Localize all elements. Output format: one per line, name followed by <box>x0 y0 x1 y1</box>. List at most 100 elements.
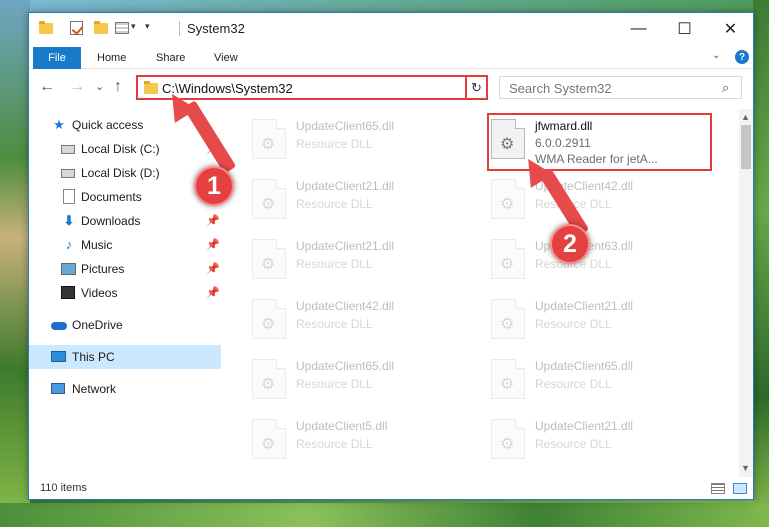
sidebar-item-label: Downloads <box>81 214 141 228</box>
file-name: UpdateClient65.dll <box>296 119 395 133</box>
file-item[interactable]: ⚙ UpdateClient21.dll Resource DLL <box>487 415 707 465</box>
drive-icon <box>61 165 77 181</box>
file-item[interactable]: ⚙ UpdateClient65.dll Resource DLL <box>248 115 468 165</box>
search-input[interactable]: Search System32 ⌕ <box>499 76 742 99</box>
file-item[interactable]: ⚙ UpdateClient5.dll Resource DLL <box>248 415 468 465</box>
dll-file-icon: ⚙ <box>491 179 525 219</box>
downloads-icon: ⬇ <box>63 213 75 228</box>
title-bar: ▾ ▾ System32 — ☐ ✕ <box>29 13 753 44</box>
desktop-background-left <box>0 0 30 527</box>
file-item[interactable]: ⚙ UpdateClient63.dll Resource DLL <box>487 235 707 285</box>
maximize-button[interactable]: ☐ <box>662 13 707 44</box>
scroll-down-icon[interactable]: ▼ <box>741 463 750 473</box>
dll-file-icon: ⚙ <box>491 119 525 159</box>
file-description: Resource DLL <box>535 377 612 391</box>
sidebar-item-network[interactable]: Network <box>29 377 221 401</box>
file-description: Resource DLL <box>296 377 373 391</box>
help-icon[interactable]: ? <box>735 50 749 64</box>
file-item[interactable]: ⚙ UpdateClient42.dll Resource DLL <box>248 295 468 345</box>
sidebar-item-local-disk-c[interactable]: Local Disk (C:) 📌 <box>29 137 221 161</box>
pin-icon[interactable]: 📌 <box>206 286 220 299</box>
vertical-scrollbar[interactable]: ▲ ▼ <box>739 109 753 477</box>
folder-icon[interactable] <box>38 20 54 36</box>
dll-file-icon: ⚙ <box>252 179 286 219</box>
back-button[interactable]: ← <box>39 78 55 96</box>
drive-icon <box>61 141 77 157</box>
new-folder-icon[interactable] <box>93 20 109 36</box>
file-description: Resource DLL <box>296 137 373 151</box>
file-name: UpdateClient21.dll <box>296 179 395 193</box>
file-list: ⚙ UpdateClient65.dll Resource DLL ⚙ jfwm… <box>222 109 739 477</box>
sidebar-item-label: Quick access <box>72 118 144 132</box>
file-name: jfwmard.dll <box>535 119 593 133</box>
scrollbar-thumb[interactable] <box>741 125 751 169</box>
star-icon: ★ <box>53 117 65 132</box>
sidebar-item-label: Pictures <box>81 262 125 276</box>
sidebar-item-label: Network <box>72 382 117 396</box>
file-item[interactable]: ⚙ UpdateClient21.dll Resource DLL <box>487 295 707 345</box>
file-item[interactable]: ⚙ UpdateClient65.dll Resource DLL <box>248 355 468 405</box>
ribbon-tabs: File Home Share View ⌄ ? <box>29 44 753 69</box>
sidebar-item-pictures[interactable]: Pictures 📌 <box>29 257 221 281</box>
dll-file-icon: ⚙ <box>252 299 286 339</box>
tab-view[interactable]: View <box>214 52 238 64</box>
sidebar-item-label: Documents <box>81 190 142 204</box>
recent-locations-button[interactable]: ⌄ <box>95 80 104 93</box>
desktop-background-right <box>753 0 769 527</box>
item-count: 110 items <box>40 482 87 494</box>
sidebar-item-label: OneDrive <box>72 318 123 332</box>
this-pc-icon <box>51 349 67 365</box>
sidebar-item-downloads[interactable]: ⬇ Downloads 📌 <box>29 209 221 233</box>
explorer-window: ▾ ▾ System32 — ☐ ✕ File Home Share View … <box>28 12 754 500</box>
search-icon[interactable]: ⌕ <box>722 80 729 96</box>
tab-home[interactable]: Home <box>97 52 126 64</box>
customize-toolbar-icon[interactable]: ▾ <box>145 21 150 32</box>
minimize-button[interactable]: — <box>616 13 661 44</box>
network-icon <box>51 381 67 397</box>
sidebar-item-label: This PC <box>72 350 115 364</box>
chevron-down-icon[interactable]: ▾ <box>131 21 136 32</box>
file-item[interactable]: ⚙ UpdateClient42.dll Resource DLL <box>487 175 707 225</box>
pin-icon[interactable]: 📌 <box>206 238 220 251</box>
pin-icon[interactable]: 📌 <box>206 262 220 275</box>
file-item[interactable]: ⚙ UpdateClient21.dll Resource DLL <box>248 175 468 225</box>
expand-ribbon-icon[interactable]: ⌄ <box>712 50 720 61</box>
sidebar-item-this-pc[interactable]: This PC <box>29 345 221 369</box>
pin-icon[interactable]: 📌 <box>206 214 220 227</box>
dll-file-icon: ⚙ <box>252 239 286 279</box>
music-icon: ♪ <box>65 237 73 252</box>
file-name: UpdateClient65.dll <box>535 359 634 373</box>
file-name: UpdateClient21.dll <box>535 419 634 433</box>
window-title: System32 <box>187 21 245 36</box>
sidebar-item-label: Music <box>81 238 113 252</box>
file-item-jfwmard[interactable]: ⚙ jfwmard.dll 6.0.0.2911 WMA Reader for … <box>487 115 707 166</box>
large-icons-view-icon[interactable] <box>733 483 747 494</box>
sidebar-item-label: Local Disk (D:) <box>81 166 160 180</box>
sidebar-item-videos[interactable]: Videos 📌 <box>29 281 221 305</box>
refresh-button[interactable]: ↻ <box>465 75 488 100</box>
sidebar-item-local-disk-d[interactable]: Local Disk (D:) <box>29 161 221 185</box>
scroll-up-icon[interactable]: ▲ <box>741 112 750 122</box>
dll-file-icon: ⚙ <box>252 119 286 159</box>
properties-list-icon[interactable] <box>115 20 131 36</box>
details-view-icon[interactable] <box>711 483 725 494</box>
close-button[interactable]: ✕ <box>708 13 753 44</box>
file-name: UpdateClient5.dll <box>296 419 388 433</box>
up-button[interactable]: ↑ <box>114 78 122 96</box>
file-name: UpdateClient65.dll <box>296 359 395 373</box>
sidebar-item-music[interactable]: ♪ Music 📌 <box>29 233 221 257</box>
file-description: Resource DLL <box>296 317 373 331</box>
tab-share[interactable]: Share <box>156 52 185 64</box>
forward-button[interactable]: → <box>69 78 85 96</box>
file-description: WMA Reader for jetA... <box>535 152 658 166</box>
step-1-badge: 1 <box>194 166 234 206</box>
properties-check-icon[interactable] <box>69 20 85 36</box>
sidebar-item-documents[interactable]: Documents 📌 <box>29 185 221 209</box>
sidebar-item-onedrive[interactable]: OneDrive <box>29 313 221 337</box>
file-name: UpdateClient21.dll <box>296 239 395 253</box>
file-description: Resource DLL <box>296 437 373 451</box>
dll-file-icon: ⚙ <box>252 359 286 399</box>
file-item[interactable]: ⚙ UpdateClient65.dll Resource DLL <box>487 355 707 405</box>
tab-file[interactable]: File <box>33 47 81 69</box>
file-item[interactable]: ⚙ UpdateClient21.dll Resource DLL <box>248 235 468 285</box>
